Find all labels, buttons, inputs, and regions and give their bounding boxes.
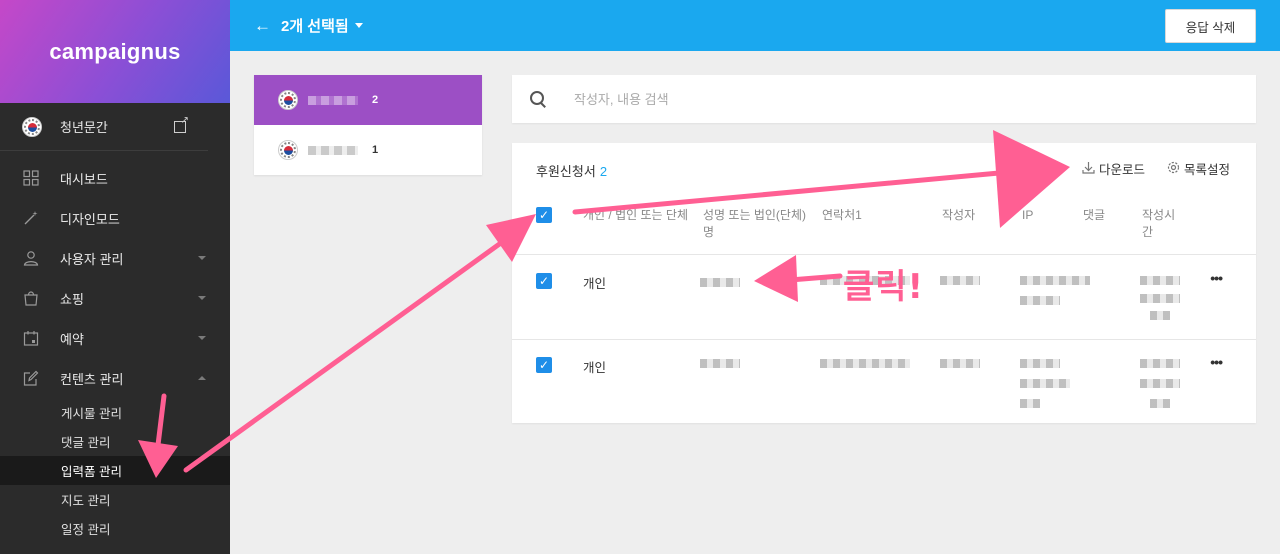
column-header[interactable]: 개인 / 법인 또는 단체 [583, 207, 691, 224]
delete-responses-button[interactable]: 응답 삭제 [1165, 9, 1256, 43]
form-response-count: 2 [372, 94, 379, 106]
user-icon [22, 249, 40, 267]
search-bar [512, 75, 1256, 123]
select-all-checkbox[interactable]: ✓ [536, 207, 552, 223]
chevron-down-icon [198, 336, 206, 340]
table-header: ✓ 개인 / 법인 또는 단체 성명 또는 법인(단체)명 연락처1 작성자 I… [512, 205, 1256, 255]
sidebar-item-label: 디자인모드 [60, 211, 120, 227]
bag-icon [22, 289, 40, 307]
table-title: 후원신청서 2 [536, 161, 607, 180]
brand-header[interactable]: campaignus [0, 0, 230, 103]
sidebar-subitem-maps[interactable]: 지도 관리 [0, 485, 230, 514]
sidebar-subitem-comments[interactable]: 댓글 관리 [0, 427, 230, 456]
chevron-down-icon [198, 296, 206, 300]
download-icon [1082, 161, 1095, 177]
table-row[interactable]: ✓ 개인 ••• [512, 340, 1256, 423]
sidebar-item-dashboard[interactable]: 대시보드 [0, 158, 230, 198]
column-header[interactable]: 성명 또는 법인(단체)명 [703, 207, 815, 241]
korea-flag-icon [278, 140, 298, 160]
sidebar-item-shopping[interactable]: 쇼핑 [0, 278, 230, 318]
calendar-icon [22, 329, 40, 347]
row-checkbox[interactable]: ✓ [536, 273, 552, 289]
more-options-icon[interactable]: ••• [1210, 354, 1223, 370]
more-options-icon[interactable]: ••• [1210, 270, 1223, 286]
sidebar-item-label: 사용자 관리 [60, 251, 124, 267]
search-icon [530, 91, 546, 107]
sidebar-item-label: 쇼핑 [60, 291, 84, 307]
annotation-arrow [183, 237, 508, 473]
wand-icon [22, 209, 40, 227]
sidebar-item-label: 대시보드 [60, 171, 108, 187]
dropdown-caret-icon[interactable] [354, 23, 363, 28]
sidebar-subitem-posts[interactable]: 게시물 관리 [0, 398, 230, 427]
column-header[interactable]: IP [1022, 207, 1033, 224]
korea-flag-icon [22, 116, 42, 137]
form-list: 2 1 [254, 75, 482, 175]
table-actions: 다운로드 목록설정 [1082, 159, 1230, 178]
form-list-item[interactable]: 2 [254, 75, 482, 125]
sidebar-item-label: 컨텐츠 관리 [60, 371, 124, 387]
download-label: 다운로드 [1098, 163, 1145, 177]
row-type: 개인 [583, 277, 607, 291]
form-list-item[interactable]: 1 [254, 125, 482, 175]
column-header[interactable]: 작성시간 [1142, 207, 1182, 241]
redacted-time [1140, 379, 1180, 388]
redacted-ip [1020, 399, 1040, 408]
sidebar: campaignus 청년문간 대시보드 디자인모드 사용자 관리 쇼핑 [0, 0, 230, 554]
selection-title[interactable]: 2개 선택됨 [281, 15, 349, 36]
redacted-ip [1020, 296, 1060, 305]
download-button[interactable]: 다운로드 [1082, 159, 1145, 178]
form-title: 후원신청서 [536, 164, 596, 179]
chevron-up-icon [198, 376, 206, 380]
sidebar-subitem-forms[interactable]: 입력폼 관리 [0, 456, 230, 485]
external-link-icon[interactable] [174, 115, 189, 133]
redacted-time [1140, 359, 1180, 368]
column-header[interactable]: 연락처1 [822, 207, 862, 224]
edit-icon [22, 369, 40, 387]
redacted-time [1150, 399, 1170, 408]
top-bar: ← 2개 선택됨 응답 삭제 [230, 0, 1280, 51]
redacted-form-name [308, 95, 358, 105]
redacted-ip [1020, 276, 1090, 285]
redacted-name [700, 278, 740, 287]
redacted-phone [820, 359, 910, 368]
sidebar-item-contents[interactable]: 컨텐츠 관리 [0, 358, 230, 398]
column-header[interactable]: 댓글 [1083, 207, 1105, 224]
sidebar-item-design-mode[interactable]: 디자인모드 [0, 198, 230, 238]
list-settings-label: 목록설정 [1183, 163, 1230, 177]
form-response-count: 1 [372, 144, 379, 156]
redacted-time [1140, 276, 1180, 285]
site-name: 청년문간 [60, 120, 108, 135]
sidebar-subitem-schedule[interactable]: 일정 관리 [0, 514, 230, 543]
korea-flag-icon [278, 90, 298, 110]
redacted-author [940, 276, 980, 285]
list-settings-button[interactable]: 목록설정 [1167, 159, 1230, 178]
search-input[interactable] [574, 91, 1174, 107]
brand-logo: campaignus [49, 38, 181, 64]
redacted-form-name [308, 145, 358, 155]
gear-icon [1167, 161, 1180, 177]
redacted-author [940, 359, 980, 368]
redacted-time [1150, 311, 1170, 320]
grid-icon [22, 169, 40, 187]
redacted-ip [1020, 359, 1060, 368]
row-checkbox[interactable]: ✓ [536, 357, 552, 373]
site-selector[interactable]: 청년문간 [0, 103, 208, 151]
redacted-ip [1020, 379, 1070, 388]
response-count: 2 [599, 164, 608, 179]
row-type: 개인 [583, 361, 607, 375]
sidebar-item-label: 예약 [60, 331, 84, 347]
annotation-click-label: 클릭! [843, 267, 925, 307]
back-arrow-icon[interactable]: ← [254, 16, 271, 36]
redacted-time [1140, 294, 1180, 303]
chevron-down-icon [198, 256, 206, 260]
sidebar-item-user-management[interactable]: 사용자 관리 [0, 238, 230, 278]
column-header[interactable]: 작성자 [942, 207, 975, 224]
redacted-name [700, 359, 740, 368]
sidebar-item-reservation[interactable]: 예약 [0, 318, 230, 358]
